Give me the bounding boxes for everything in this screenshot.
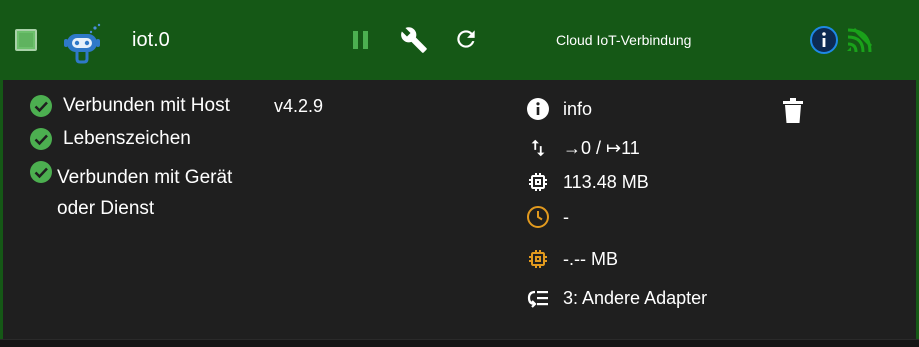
delete-icon[interactable]: [782, 98, 804, 124]
status-label: Lebenszeichen: [63, 128, 191, 149]
memory2-row: -.-- MB: [525, 246, 618, 272]
status-label: oder Dienst: [57, 198, 155, 219]
check-circle-icon: [30, 161, 52, 183]
memory-chip-icon: [529, 173, 547, 191]
wrench-icon[interactable]: [400, 26, 428, 54]
adapter-version: v4.2.9: [274, 96, 324, 116]
instances-value: 3: Andere Adapter: [563, 287, 708, 308]
events-row: →0 / ↦11: [525, 135, 640, 161]
card-header: iot.0 Cloud IoT-Verbindung: [3, 0, 919, 80]
signal-icon[interactable]: [845, 25, 875, 55]
clock-icon: [527, 206, 549, 228]
check-circle-icon: [30, 128, 52, 150]
info-row[interactable]: info: [525, 96, 592, 122]
status-connected-device: Verbunden mit Gerät oder Dienst: [29, 160, 232, 224]
status-label: Verbunden mit Gerät: [57, 167, 233, 188]
iot-logo-icon: [64, 23, 101, 64]
swap-vertical-icon: [531, 139, 545, 157]
info-circle-icon[interactable]: [809, 25, 839, 55]
memory-value: 113.48 MB: [563, 171, 649, 192]
refresh-icon[interactable]: [453, 26, 479, 52]
memory2-value: -.-- MB: [563, 248, 618, 269]
enable-checkbox[interactable]: [15, 29, 37, 51]
list-tree-icon: [527, 290, 548, 308]
events-value: →0 / ↦11: [563, 137, 640, 158]
memory-row: 113.48 MB: [525, 169, 649, 195]
pause-icon[interactable]: [352, 30, 370, 50]
check-circle-icon: [30, 95, 52, 117]
adapter-description: Cloud IoT-Verbindung: [556, 32, 692, 48]
adapter-card: iot.0 Cloud IoT-Verbindung Verbunden mit…: [0, 0, 919, 340]
instances-row: 3: Andere Adapter: [525, 285, 707, 311]
uptime-row: -: [525, 204, 569, 230]
info-label: info: [563, 98, 593, 119]
uptime-value: -: [563, 206, 569, 227]
status-label: Verbunden mit Host: [63, 95, 230, 116]
adapter-title: iot.0: [132, 29, 170, 51]
status-connected-host: Verbunden mit Host: [29, 94, 230, 118]
memory-chip-icon: [529, 250, 547, 268]
status-heartbeat: Lebenszeichen: [29, 127, 191, 151]
info-icon: [527, 98, 549, 120]
